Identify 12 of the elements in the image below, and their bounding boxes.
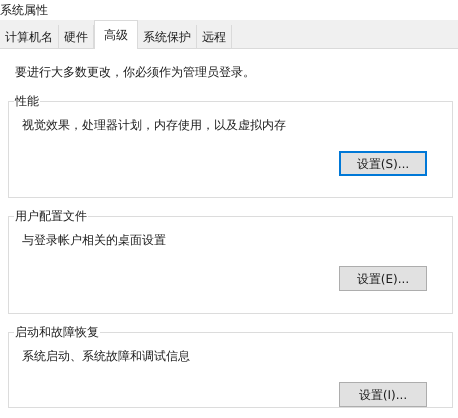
- settings-button[interactable]: 设置(E)...: [339, 266, 427, 291]
- settings-button[interactable]: 设置(S)...: [339, 151, 427, 176]
- group-title: 用户配置文件: [14, 207, 88, 225]
- admin-notice: 要进行大多数更改，你必须作为管理员登录。: [15, 64, 256, 81]
- tab[interactable]: 高级: [94, 20, 138, 49]
- group-title: 性能: [14, 92, 40, 110]
- group-title: 启动和故障恢复: [14, 323, 100, 341]
- group-description: 与登录帐户相关的桌面设置: [22, 232, 167, 249]
- group-description: 系统启动、系统故障和调试信息: [22, 348, 191, 365]
- group-description: 视觉效果，处理器计划，内存使用，以及虚拟内存: [22, 117, 287, 134]
- window-title: 系统属性: [0, 2, 48, 19]
- settings-button[interactable]: 设置(I)...: [339, 382, 427, 407]
